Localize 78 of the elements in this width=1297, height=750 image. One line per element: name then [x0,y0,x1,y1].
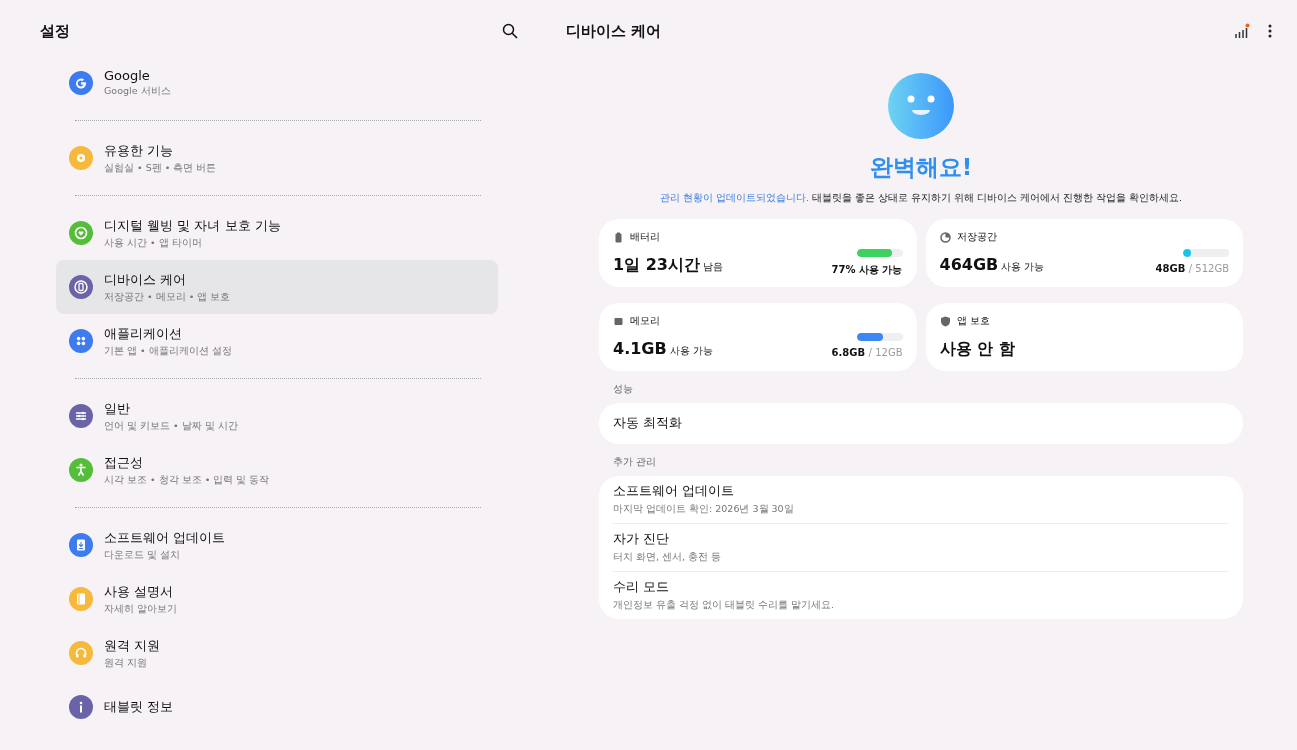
care-option[interactable]: 수리 모드 개인정보 유출 걱정 없이 태블릿 수리를 맡기세요. [613,572,1229,619]
item-title: 사용 설명서 [104,582,175,601]
item-title: 태블릿 정보 [104,698,174,716]
settings-title: 설정 [40,21,70,41]
settings-item[interactable]: 태블릿 정보 [56,680,498,734]
shield-icon [939,316,951,327]
section-label: 추가 관리 [613,456,657,469]
settings-item[interactable]: 애플리케이션 기본 앱 • 애플리케이션 설정 [56,314,498,368]
bar-chart-icon[interactable] [1234,23,1250,39]
item-subtitle: 기본 앱 • 애플리케이션 설정 [104,344,232,358]
card-value: 1일 23시간 [613,255,700,276]
item-subtitle: 자세히 알아보기 [104,602,178,616]
option-title: 자동 최적화 [613,415,683,432]
used-amount: 48GB [1155,263,1186,274]
settings-item[interactable]: 유용한 기능 실험실 • S펜 • 측면 버튼 [56,131,498,185]
status-card[interactable]: 앱 보호 사용 안 함 [925,303,1243,371]
card-value: 사용 안 함 [939,339,1015,360]
card-label: 메모리 [630,315,660,328]
search-icon[interactable] [502,23,518,39]
item-subtitle: 시각 보조 • 청각 보조 • 입력 및 동작 [104,473,270,487]
status-link[interactable]: 관리 현황이 업데이트되었습니다. [659,192,809,203]
care-option[interactable]: 소프트웨어 업데이트 마지막 업데이트 확인: 2026년 3월 30일 [613,476,1229,523]
status-card[interactable]: 배터리 1일 23시간 남음 77% 사용 가능 [599,219,917,287]
option-subtitle: 마지막 업데이트 확인: 2026년 3월 30일 [613,503,795,516]
total-amount: / 512GB [1188,263,1229,274]
settings-item[interactable]: 원격 지원 원격 지원 [56,626,498,680]
settings-item[interactable]: 디지털 웰빙 및 자녀 보호 기능 사용 시간 • 앱 타이머 [56,206,498,260]
status-card[interactable]: 메모리 4.1GB 사용 가능 6.8GB / 12GB [599,303,917,371]
settings-item[interactable]: Google Google 서비스 [56,56,498,110]
card-label: 앱 보호 [956,315,990,328]
item-subtitle: 저장공간 • 메모리 • 앱 보호 [104,290,231,304]
memory-icon [613,316,624,327]
item-title: 애플리케이션 [104,324,183,343]
item-title: 소프트웨어 업데이트 [104,528,226,547]
card-unit: 사용 가능 [1001,261,1045,274]
total-amount: / 12GB [868,347,903,358]
care-option[interactable]: 자동 최적화 [613,403,1229,444]
page-title: 디바이스 케어 [566,21,662,41]
item-subtitle: 언어 및 키보드 • 날짜 및 시간 [104,419,238,433]
option-title: 수리 모드 [613,579,670,596]
item-subtitle: 사용 시간 • 앱 타이머 [104,236,203,250]
option-title: 소프트웨어 업데이트 [613,483,735,500]
status-card[interactable]: 저장공간 464GB 사용 가능 48GB / 512GB [925,219,1243,287]
item-title: 유용한 기능 [104,141,175,160]
item-title: 원격 지원 [104,636,161,655]
storage-icon [939,232,951,243]
status-heading: 완벽해요! [869,153,973,182]
smiley-face-icon [888,73,954,139]
item-title: Google [104,68,151,83]
item-subtitle: 다운로드 및 설치 [104,548,182,562]
more-options-icon[interactable] [1268,24,1272,38]
item-subtitle: Google 서비스 [104,85,171,98]
settings-item[interactable]: 사용 설명서 자세히 알아보기 [56,572,498,626]
card-value: 464GB [939,255,999,274]
card-value: 4.1GB [613,339,667,358]
settings-item[interactable]: 일반 언어 및 키보드 • 날짜 및 시간 [56,389,498,443]
used-amount: 6.8GB [831,347,866,358]
item-subtitle: 원격 지원 [104,656,149,670]
settings-item[interactable]: 접근성 시각 보조 • 청각 보조 • 입력 및 동작 [56,443,498,497]
card-label: 저장공간 [956,231,997,244]
settings-item[interactable]: 소프트웨어 업데이트 다운로드 및 설치 [56,518,498,572]
settings-item[interactable]: 디바이스 케어 저장공간 • 메모리 • 앱 보호 [56,260,498,314]
option-subtitle: 터치 화면, 센서, 충전 등 [613,551,723,564]
item-title: 디지털 웰빙 및 자녀 보호 기능 [104,216,281,235]
item-subtitle: 실험실 • S펜 • 측면 버튼 [104,161,217,175]
option-subtitle: 개인정보 유출 걱정 없이 태블릿 수리를 맡기세요. [613,599,836,612]
care-option[interactable]: 자가 진단 터치 화면, 센서, 충전 등 [613,524,1229,571]
card-unit: 남음 [702,261,723,274]
card-label: 배터리 [630,231,660,244]
item-title: 일반 [104,399,131,418]
section-label: 성능 [613,383,633,396]
item-title: 디바이스 케어 [104,270,188,289]
item-title: 접근성 [104,453,144,472]
option-title: 자가 진단 [613,531,670,548]
battery-icon [613,232,624,243]
card-unit: 사용 가능 [669,345,713,358]
status-description: 관리 현황이 업데이트되었습니다. 태블릿을 좋은 상태로 유지하기 위해 디바이스 케어에서 진행한 작업을 확인하세요. [659,192,1183,205]
usage-reading: 77% 사용 가능 [831,263,903,277]
